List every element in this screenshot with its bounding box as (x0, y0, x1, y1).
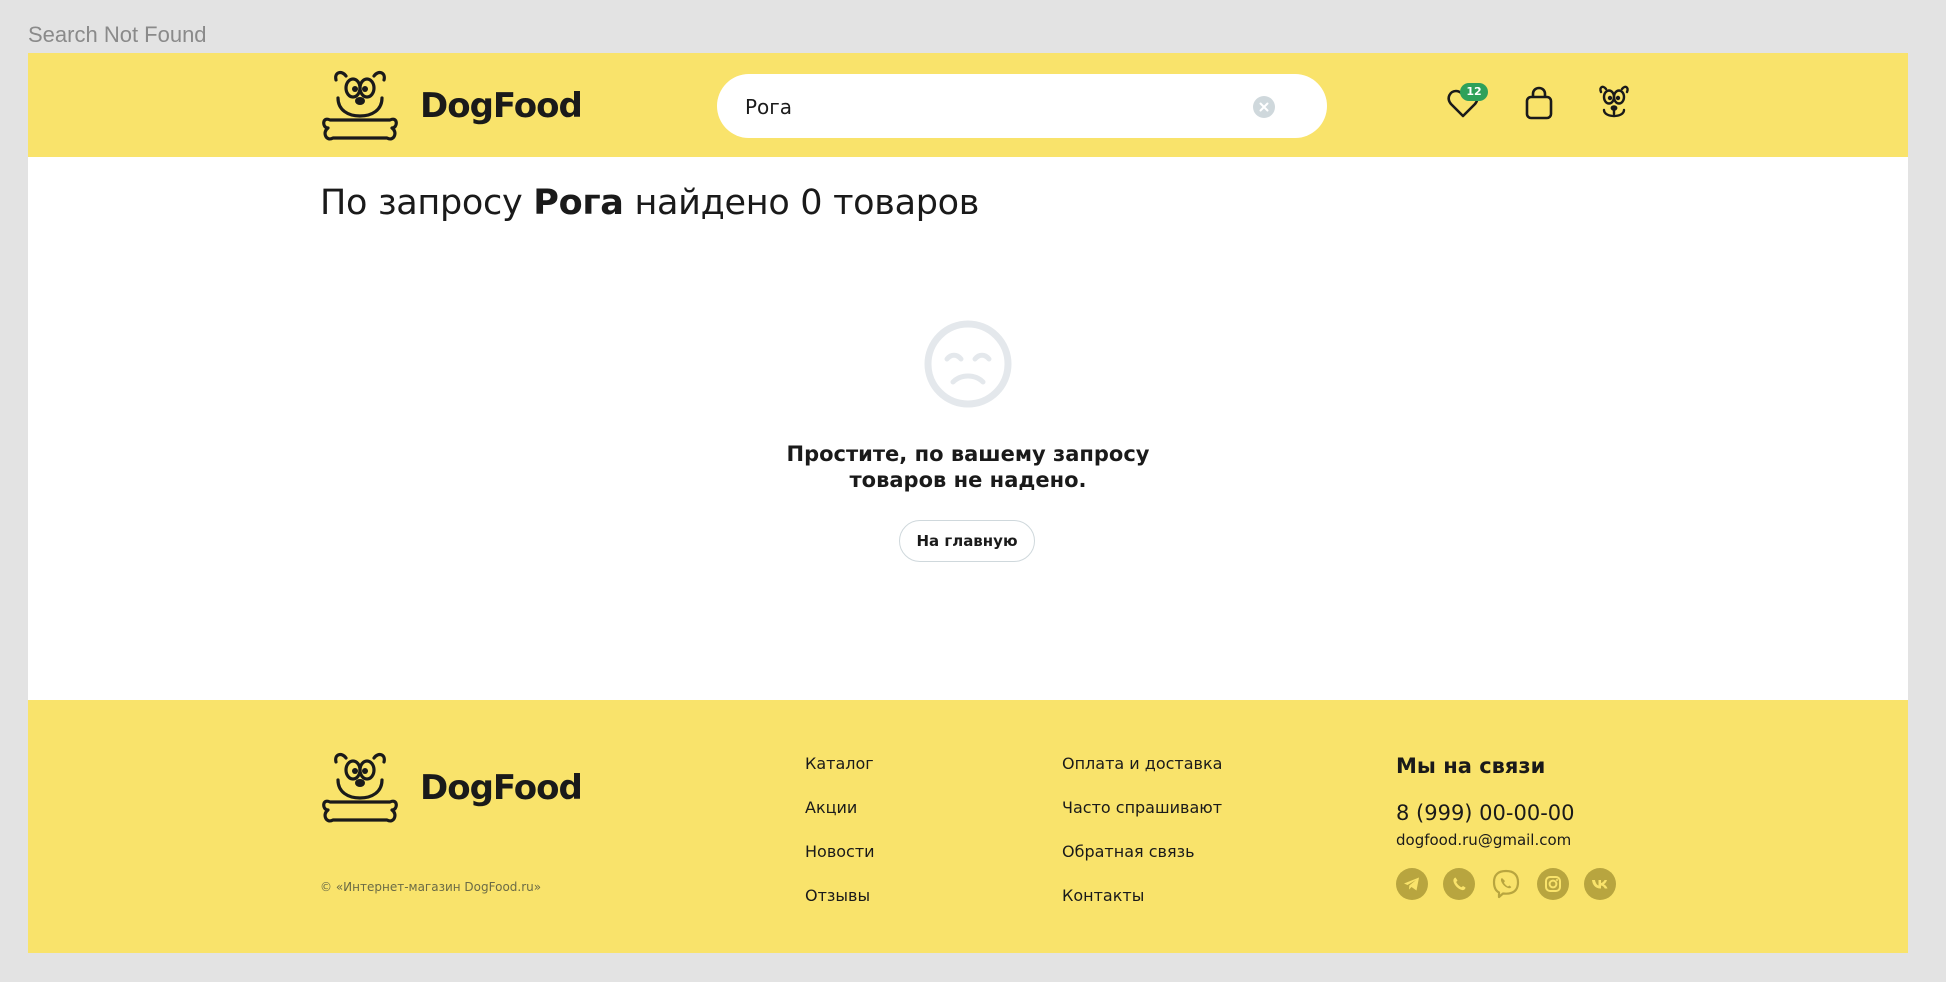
email-address[interactable]: dogfood.ru@gmail.com (1396, 830, 1631, 850)
logo-text: DogFood (420, 768, 583, 808)
copyright-text: © «Интернет-магазин DogFood.ru» (320, 880, 542, 894)
sad-face-icon (924, 320, 1012, 408)
search-bar (717, 74, 1327, 140)
empty-results-message: Простите, по вашему запросу товаров не н… (768, 441, 1168, 493)
contacts-block: Мы на связи 8 (999) 00-00-00 dogfood.ru@… (1396, 752, 1631, 900)
profile-dog-icon[interactable] (1596, 83, 1632, 123)
footer-link-reviews[interactable]: Отзывы (805, 884, 875, 928)
social-links (1396, 868, 1631, 900)
phone-number[interactable]: 8 (999) 00-00-00 (1396, 800, 1631, 826)
favorites-count-badge: 12 (1460, 83, 1488, 101)
title-prefix: По запросу (320, 183, 523, 223)
dog-logo-icon (322, 70, 398, 141)
dog-logo-icon (322, 752, 398, 823)
footer-link-faq[interactable]: Часто спрашивают (1062, 796, 1222, 840)
footer-nav-column-1: Каталог Акции Новости Отзывы (805, 752, 875, 928)
telegram-icon[interactable] (1396, 868, 1428, 900)
vk-icon[interactable] (1584, 868, 1616, 900)
header: DogFood 12 (28, 53, 1908, 157)
title-suffix: найдено 0 товаров (634, 183, 980, 223)
search-input[interactable] (743, 74, 1247, 140)
footer-link-promotions[interactable]: Акции (805, 796, 875, 840)
footer-link-contacts[interactable]: Контакты (1062, 884, 1222, 928)
viber-icon[interactable] (1490, 868, 1522, 900)
header-logo[interactable]: DogFood (320, 68, 583, 144)
go-home-button[interactable]: На главную (899, 520, 1035, 562)
clear-search-icon[interactable] (1253, 96, 1275, 118)
whatsapp-icon[interactable] (1443, 868, 1475, 900)
footer-link-catalog[interactable]: Каталог (805, 752, 875, 796)
footer-nav-column-2: Оплата и доставка Часто спрашивают Обрат… (1062, 752, 1222, 928)
footer-link-news[interactable]: Новости (805, 840, 875, 884)
shopping-bag-icon[interactable] (1522, 86, 1556, 122)
frame-label: Search Not Found (28, 22, 207, 47)
page-frame: DogFood 12 (28, 53, 1908, 953)
search-query: Рога (533, 183, 624, 223)
search-results-title: По запросу Рога найдено 0 товаров (320, 183, 979, 223)
footer-link-feedback[interactable]: Обратная связь (1062, 840, 1222, 884)
empty-message-line-2: товаров не надено. (849, 468, 1087, 492)
footer: DogFood © «Интернет-магазин DogFood.ru» … (28, 700, 1908, 953)
empty-message-line-1: Простите, по вашему запросу (786, 442, 1150, 466)
instagram-icon[interactable] (1537, 868, 1569, 900)
footer-logo[interactable]: DogFood (320, 750, 583, 826)
footer-link-payment-delivery[interactable]: Оплата и доставка (1062, 752, 1222, 796)
contacts-title: Мы на связи (1396, 754, 1546, 778)
logo-text: DogFood (420, 86, 583, 126)
